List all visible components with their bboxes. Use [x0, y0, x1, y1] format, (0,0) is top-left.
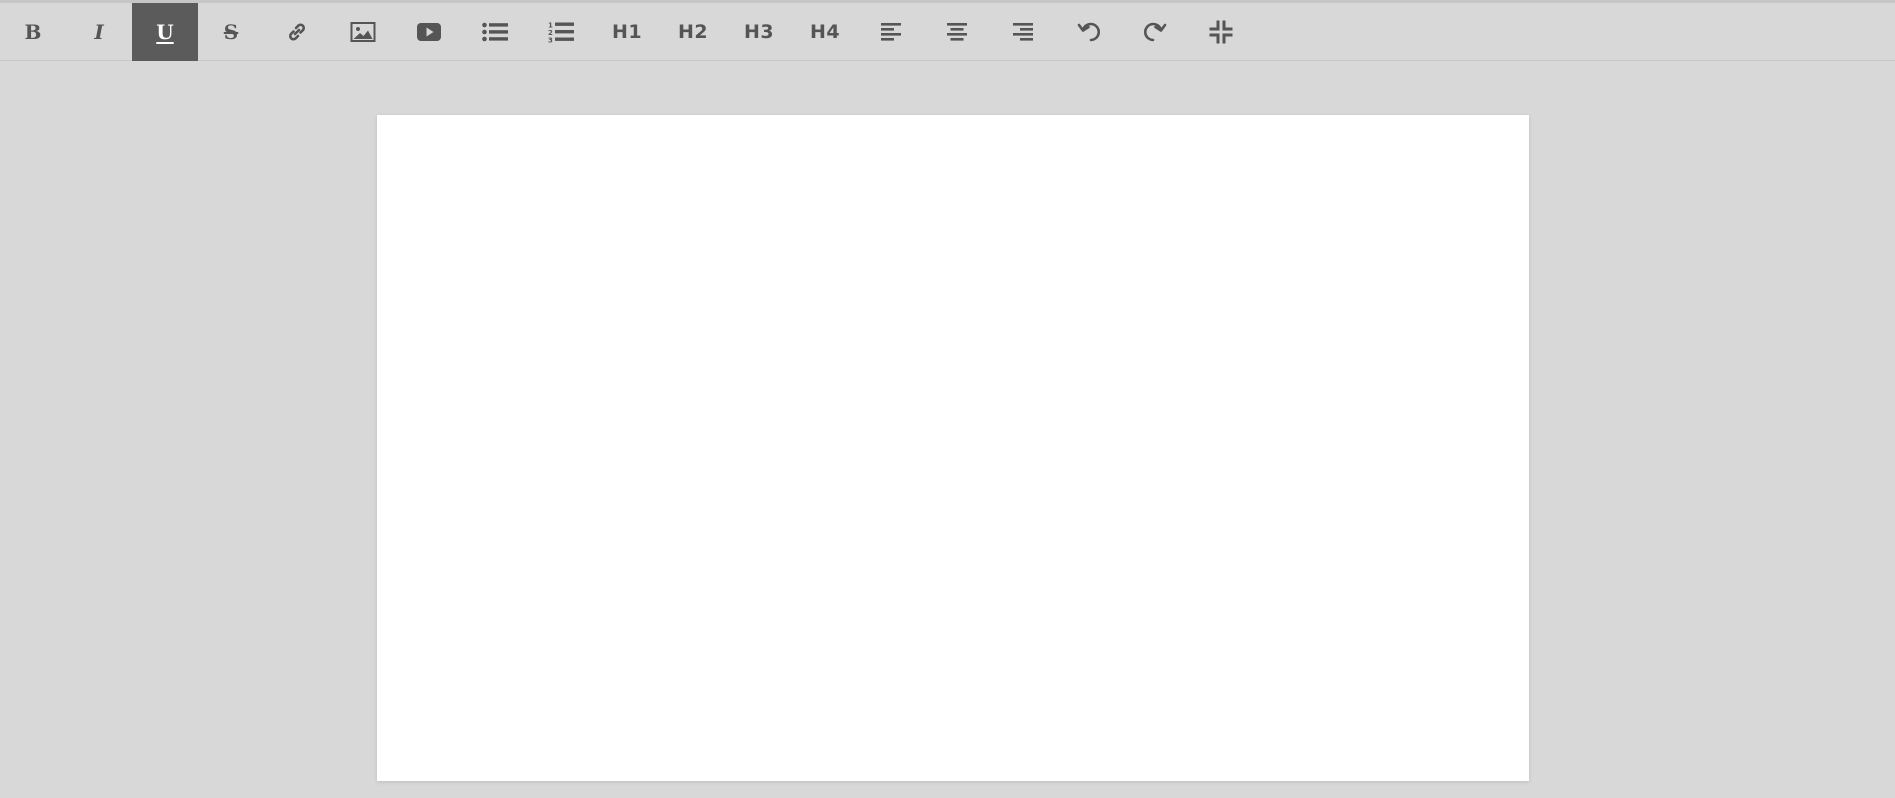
heading-4-label: H4: [809, 21, 841, 43]
heading-2-button[interactable]: H2: [660, 3, 726, 61]
heading-3-label: H3: [743, 21, 775, 43]
align-left-button[interactable]: [858, 3, 924, 61]
exit-fullscreen-button[interactable]: [1188, 3, 1254, 61]
ordered-list-icon: 1 2 3: [548, 21, 574, 43]
heading-2-label: H2: [677, 21, 709, 43]
strikethrough-button[interactable]: S: [198, 3, 264, 61]
italic-button[interactable]: I: [66, 3, 132, 61]
heading-1-button[interactable]: H1: [594, 3, 660, 61]
heading-4-button[interactable]: H4: [792, 3, 858, 61]
align-center-button[interactable]: [924, 3, 990, 61]
bold-button[interactable]: B: [0, 3, 66, 61]
italic-label: I: [94, 20, 104, 44]
compress-icon: [1209, 20, 1233, 44]
bold-label: B: [24, 20, 42, 44]
redo-icon: [1143, 21, 1167, 43]
insert-image-button[interactable]: [330, 3, 396, 61]
underline-label: U: [156, 20, 174, 44]
bullet-list-button[interactable]: [462, 3, 528, 61]
editor-toolbar: B I U S 1 2 3 H1 H2 H3 H4: [0, 3, 1895, 61]
svg-text:3: 3: [548, 37, 553, 44]
link-icon: [285, 20, 309, 44]
unordered-list-icon: [482, 22, 508, 42]
underline-button[interactable]: U: [132, 3, 198, 61]
heading-1-label: H1: [611, 21, 643, 43]
insert-link-button[interactable]: [264, 3, 330, 61]
video-icon: [416, 22, 442, 42]
editor-content-area[interactable]: [377, 115, 1529, 781]
insert-video-button[interactable]: [396, 3, 462, 61]
strikethrough-label: S: [223, 20, 239, 44]
align-center-icon: [946, 22, 968, 42]
align-right-button[interactable]: [990, 3, 1056, 61]
heading-3-button[interactable]: H3: [726, 3, 792, 61]
undo-button[interactable]: [1056, 3, 1122, 61]
numbered-list-button[interactable]: 1 2 3: [528, 3, 594, 61]
align-right-icon: [1012, 22, 1034, 42]
redo-button[interactable]: [1122, 3, 1188, 61]
undo-icon: [1077, 21, 1101, 43]
image-icon: [350, 21, 376, 43]
align-left-icon: [880, 22, 902, 42]
